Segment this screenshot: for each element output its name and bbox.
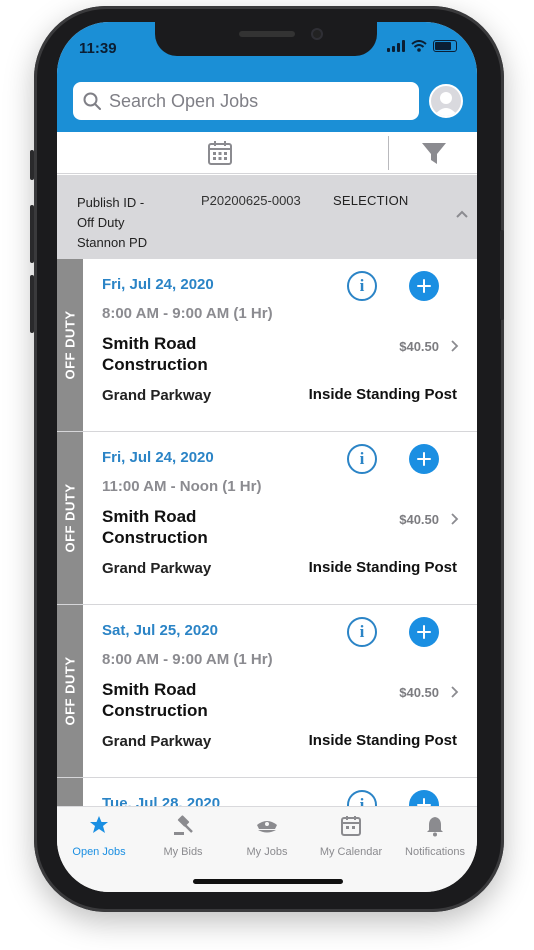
job-location: Grand Parkway <box>102 560 212 577</box>
star-badge-icon <box>90 816 108 833</box>
off-duty-tag <box>57 778 83 806</box>
off-duty-tag: OFF DUTY <box>57 432 83 604</box>
tab-label: Notifications <box>405 846 465 858</box>
job-location: Grand Parkway <box>102 387 212 404</box>
job-price: $40.50 <box>399 685 439 700</box>
job-post: Inside Standing Post <box>308 559 457 576</box>
job-title: Smith Road Construction <box>102 334 208 374</box>
chevron-right-icon[interactable] <box>451 340 459 352</box>
chevron-right-icon[interactable] <box>451 513 459 525</box>
volume-up-button <box>30 205 34 263</box>
battery-icon <box>433 40 457 52</box>
info-button[interactable]: i <box>347 444 377 474</box>
off-duty-tag: OFF DUTY <box>57 605 83 777</box>
search-input[interactable]: Search Open Jobs <box>73 82 419 120</box>
chevron-up-icon[interactable] <box>455 209 469 219</box>
job-post: Inside Standing Post <box>308 386 457 403</box>
tab-label: Open Jobs <box>72 846 126 858</box>
tab-my-bids[interactable]: My Bids <box>141 815 225 858</box>
screen: 11:39 Search Open Jobs Publish ID - Off … <box>57 22 477 892</box>
toolbar <box>57 132 477 174</box>
job-title: Smith Road Construction <box>102 507 208 547</box>
info-icon: i <box>359 795 365 806</box>
publish-section[interactable]: Publish ID - Off Duty Stannon PD P202006… <box>57 175 477 259</box>
job-list: OFF DUTY Fri, Jul 24, 2020 i 8:00 AM - 9… <box>57 259 477 806</box>
tab-my-jobs[interactable]: My Jobs <box>225 815 309 858</box>
tab-my-calendar[interactable]: My Calendar <box>309 815 393 858</box>
home-indicator[interactable] <box>193 879 343 884</box>
silent-switch <box>30 150 34 180</box>
tab-label: My Calendar <box>319 846 383 858</box>
search-icon <box>83 92 101 110</box>
calendar-icon <box>341 816 361 836</box>
job-date: Tue, Jul 28, 2020 <box>102 795 221 806</box>
off-duty-tag: OFF DUTY <box>57 259 83 431</box>
notch <box>155 22 377 56</box>
front-camera <box>311 28 323 40</box>
job-card[interactable]: OFF DUTY Fri, Jul 24, 2020 i 8:00 AM - 9… <box>57 259 477 432</box>
bell-icon <box>427 817 443 837</box>
speaker <box>239 31 295 37</box>
tab-open-jobs[interactable]: Open Jobs <box>57 815 141 858</box>
job-time: 8:00 AM - 9:00 AM (1 Hr) <box>102 305 273 322</box>
status-time: 11:39 <box>79 40 117 57</box>
tab-label: My Jobs <box>246 846 288 858</box>
info-icon: i <box>359 276 365 295</box>
wifi-icon <box>411 40 427 52</box>
job-price: $40.50 <box>399 512 439 527</box>
info-button[interactable]: i <box>347 790 377 806</box>
chevron-right-icon[interactable] <box>451 686 459 698</box>
publish-id: P20200625-0003 <box>201 193 301 208</box>
profile-avatar[interactable] <box>429 84 463 118</box>
job-date: Sat, Jul 25, 2020 <box>102 622 218 639</box>
job-price: $40.50 <box>399 339 439 354</box>
info-button[interactable]: i <box>347 271 377 301</box>
add-bid-button[interactable] <box>409 271 439 301</box>
job-location: Grand Parkway <box>102 733 212 750</box>
info-button[interactable]: i <box>347 617 377 647</box>
toolbar-divider <box>388 136 389 170</box>
job-post: Inside Standing Post <box>308 732 457 749</box>
add-bid-button[interactable] <box>409 790 439 806</box>
job-card[interactable]: OFF DUTY Sat, Jul 25, 2020 i 8:00 AM - 9… <box>57 605 477 778</box>
job-time: 11:00 AM - Noon (1 Hr) <box>102 478 262 495</box>
power-button <box>500 230 504 320</box>
job-date: Fri, Jul 24, 2020 <box>102 449 214 466</box>
tab-label: My Bids <box>163 846 203 858</box>
volume-down-button <box>30 275 34 333</box>
publish-label: Publish ID - Off Duty Stannon PD <box>77 195 148 250</box>
tab-notifications[interactable]: Notifications <box>393 815 477 858</box>
add-bid-button[interactable] <box>409 444 439 474</box>
info-icon: i <box>359 449 365 468</box>
calendar-icon[interactable] <box>207 140 233 166</box>
job-title: Smith Road Construction <box>102 680 208 720</box>
job-card[interactable]: Tue, Jul 28, 2020 i <box>57 778 477 806</box>
user-icon <box>434 92 458 116</box>
selection-label: SELECTION <box>333 193 409 208</box>
search-placeholder: Search Open Jobs <box>109 90 259 111</box>
info-icon: i <box>359 622 365 641</box>
cellular-signal-icon <box>387 40 405 52</box>
add-bid-button[interactable] <box>409 617 439 647</box>
job-card[interactable]: OFF DUTY Fri, Jul 24, 2020 i 11:00 AM - … <box>57 432 477 605</box>
filter-icon[interactable] <box>421 142 447 166</box>
gavel-icon <box>174 815 193 835</box>
police-cap-icon <box>257 821 277 833</box>
job-date: Fri, Jul 24, 2020 <box>102 276 214 293</box>
status-icons <box>387 40 457 52</box>
job-time: 8:00 AM - 9:00 AM (1 Hr) <box>102 651 273 668</box>
